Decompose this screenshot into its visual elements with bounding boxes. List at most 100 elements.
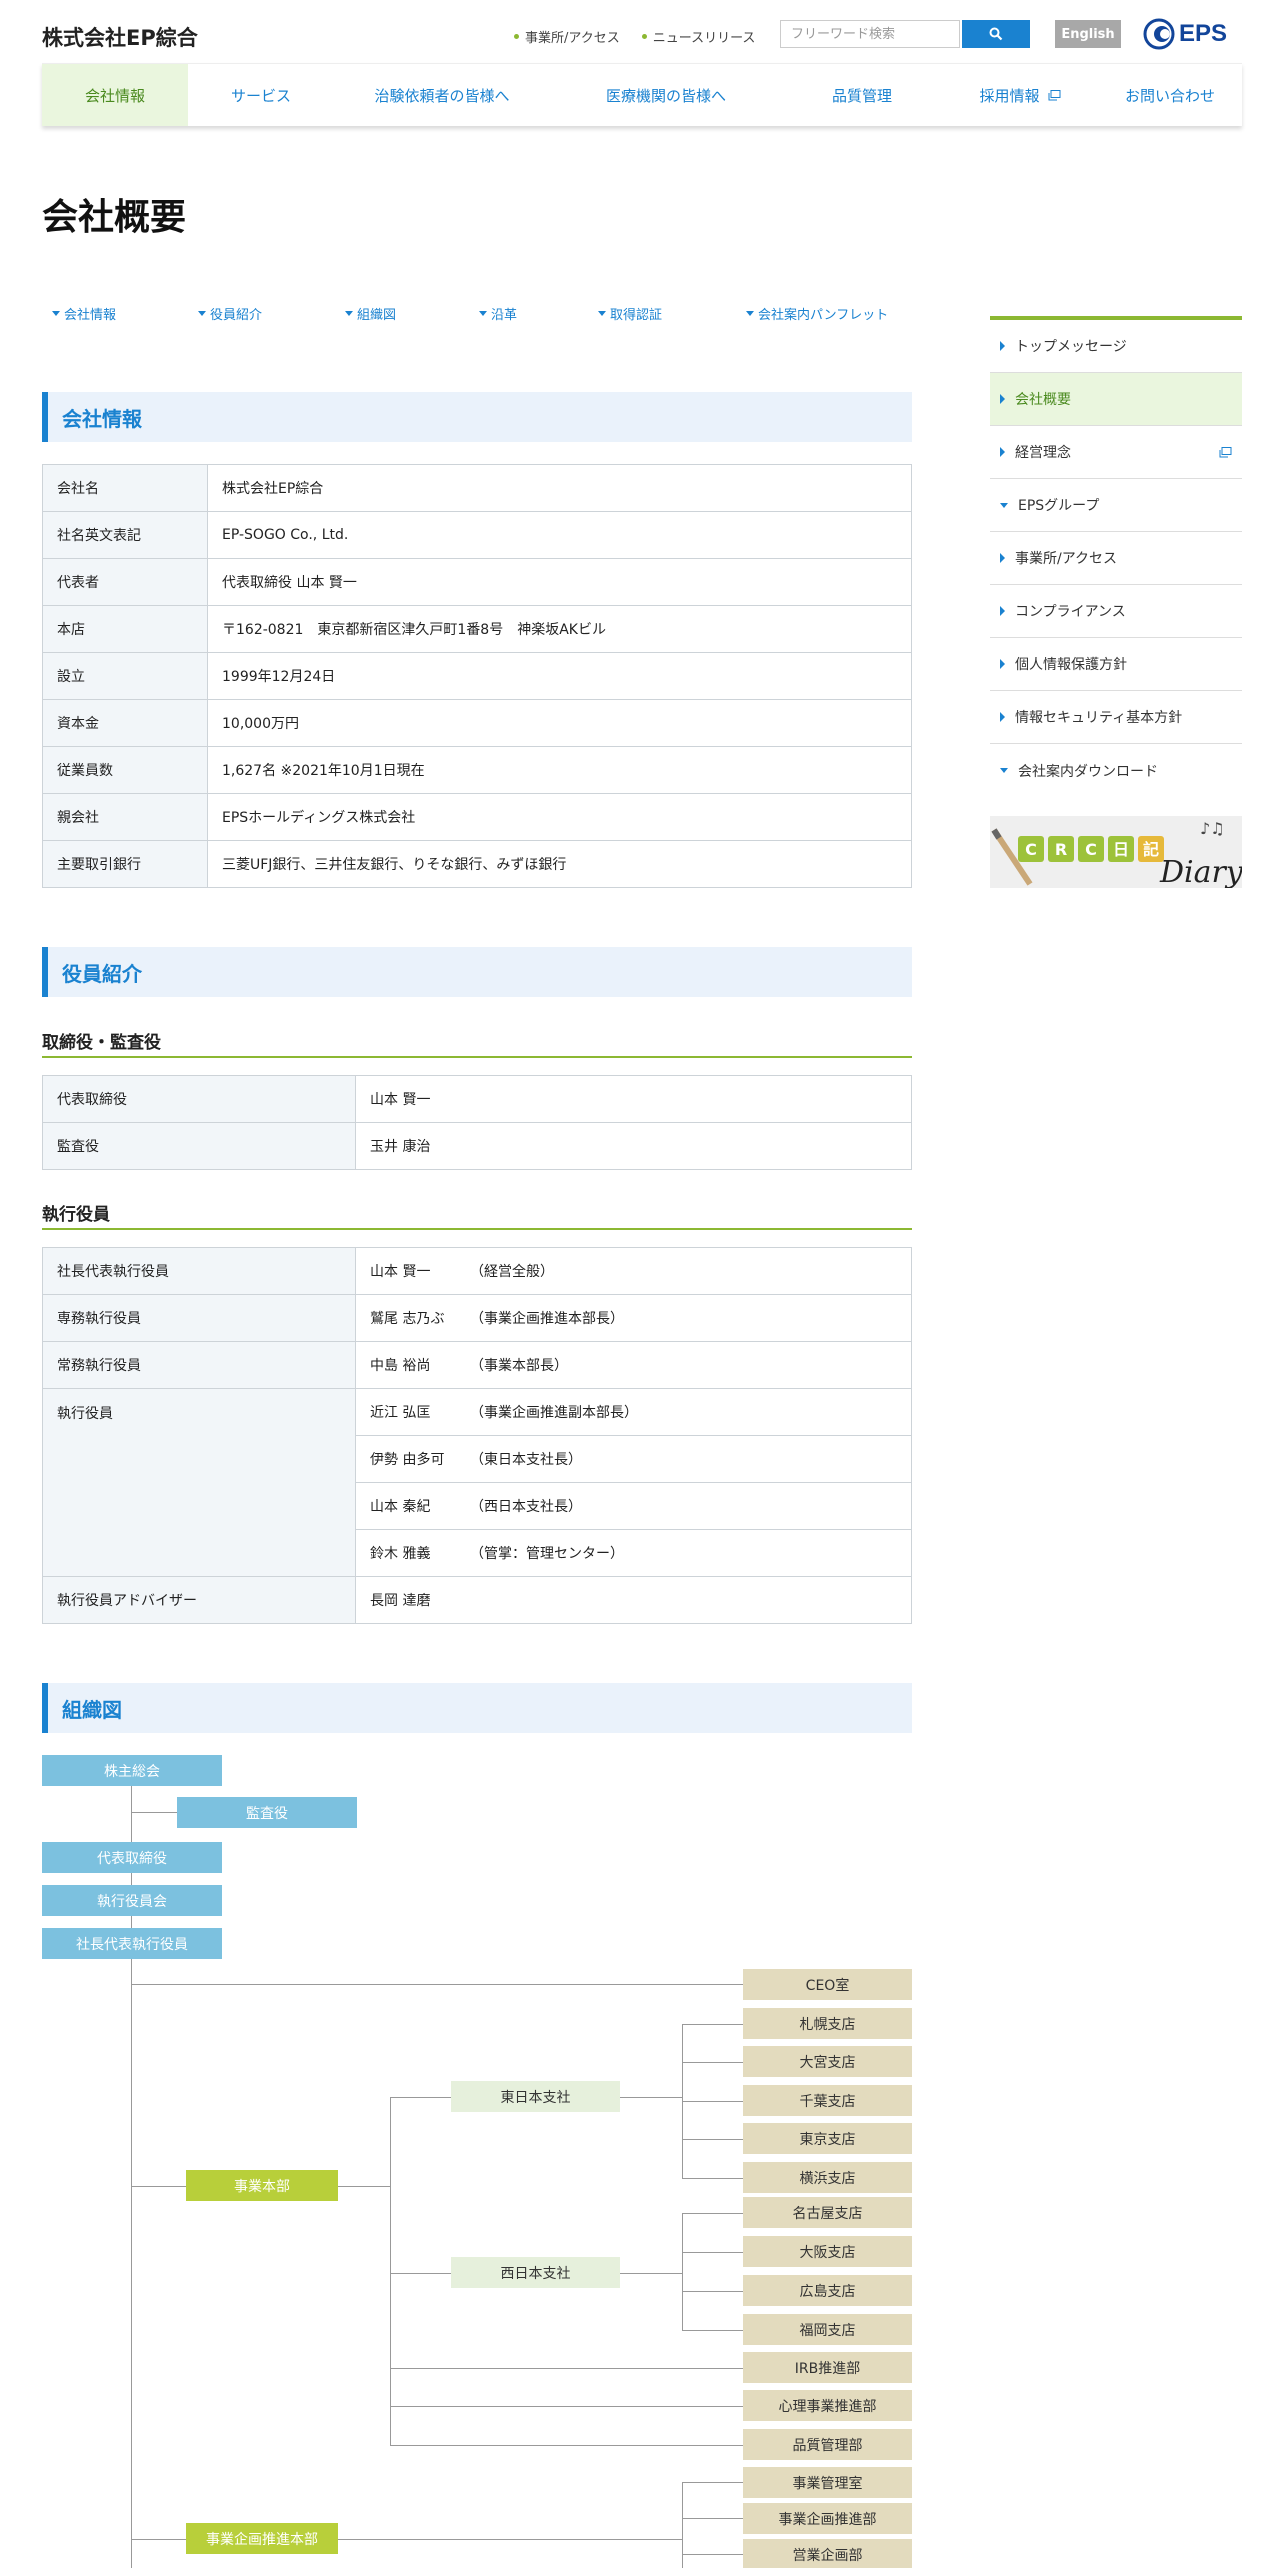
org-line: [620, 2273, 682, 2274]
sidebar-item-privacy[interactable]: 個人情報保護方針: [990, 638, 1242, 691]
util-link-access[interactable]: 事業所/アクセス: [514, 27, 620, 46]
sidebar-item-top-message[interactable]: トップメッセージ: [990, 320, 1242, 373]
org-line: [390, 2368, 743, 2369]
row-label: 監査役: [42, 1122, 356, 1170]
row-value: EP-SOGO Co., Ltd.: [207, 511, 912, 559]
row-label: 社長代表執行役員: [42, 1247, 356, 1295]
org-shareholders: 株主総会: [42, 1755, 222, 1786]
nav-company-info[interactable]: 会社情報: [42, 64, 188, 126]
nav-recruit[interactable]: 採用情報: [942, 64, 1098, 126]
table-row: 親会社 EPSホールディングス株式会社: [42, 793, 912, 841]
sidebar-item-access[interactable]: 事業所/アクセス: [990, 532, 1242, 585]
row-value: 鷲尾 志乃ぶ （事業企画推進本部長）: [355, 1294, 912, 1342]
section-org-heading: 組織図: [42, 1683, 912, 1733]
org-line: [682, 2101, 743, 2102]
bullet-icon: [514, 34, 519, 39]
row-label: 社名英文表記: [42, 511, 208, 559]
sidebar-item-philosophy[interactable]: 経営理念: [990, 426, 1242, 479]
org-department: 品質管理部: [743, 2429, 912, 2460]
table-row: 専務執行役員 鷲尾 志乃ぶ （事業企画推進本部長）: [42, 1294, 912, 1342]
section-company-info-heading: 会社情報: [42, 392, 912, 442]
util-link-news[interactable]: ニュースリリース: [641, 27, 755, 46]
anchor-officers[interactable]: 役員紹介: [198, 304, 262, 323]
crc-diary-banner[interactable]: C R C 日 記 Diary ♪♫: [990, 816, 1242, 888]
search-input[interactable]: [780, 20, 960, 48]
row-label: 主要取引銀行: [42, 840, 208, 888]
org-branch: 福岡支店: [743, 2314, 912, 2345]
nav-sponsors[interactable]: 治験依頼者の皆様へ: [334, 64, 550, 126]
caret-down-icon: [198, 311, 206, 316]
nav-quality[interactable]: 品質管理: [782, 64, 942, 126]
row-value: 山本 賢一: [355, 1075, 912, 1123]
exec-table: 社長代表執行役員 山本 賢一 （経営全般） 専務執行役員 鷲尾 志乃ぶ （事業企画推進本…: [42, 1247, 912, 1624]
table-row: 社長代表執行役員 山本 賢一 （経営全般）: [42, 1247, 912, 1295]
org-branch: 東京支店: [743, 2123, 912, 2154]
row-value: 三菱UFJ銀行、三井住友銀行、りそな銀行、みずほ銀行: [207, 840, 912, 888]
org-line: [131, 2186, 186, 2187]
org-line: [682, 2252, 743, 2253]
org-branch: 広島支店: [743, 2275, 912, 2306]
org-branch: 横浜支店: [743, 2162, 912, 2193]
org-department: IRB推進部: [743, 2352, 912, 2383]
caret-right-icon: [1000, 712, 1005, 722]
anchor-certifications[interactable]: 取得認証: [598, 304, 662, 323]
english-button[interactable]: English: [1055, 20, 1121, 48]
caret-down-icon: [598, 311, 606, 316]
org-line: [682, 2024, 743, 2025]
anchor-company-info[interactable]: 会社情報: [52, 304, 116, 323]
row-label: 会社名: [42, 464, 208, 512]
nav-contact[interactable]: お問い合わせ: [1098, 64, 1242, 126]
org-line: [682, 2482, 683, 2568]
row-value: 中島 裕尚 （事業本部長）: [355, 1341, 912, 1389]
caret-right-icon: [1000, 394, 1005, 404]
banner-letter: 記: [1143, 840, 1159, 859]
org-branch: 札幌支店: [743, 2008, 912, 2039]
row-label: 執行役員: [42, 1388, 356, 1577]
org-line: [338, 2186, 390, 2187]
board-table: 代表取締役 山本 賢一 監査役 玉井 康治: [42, 1075, 912, 1170]
banner-word: Diary: [1159, 855, 1242, 888]
caret-right-icon: [1000, 553, 1005, 563]
sidebar-item-compliance[interactable]: コンプライアンス: [990, 585, 1242, 638]
sidebar-item-overview[interactable]: 会社概要: [990, 373, 1242, 426]
org-line: [390, 2273, 451, 2274]
nav-medical-institutions[interactable]: 医療機関の皆様へ: [550, 64, 782, 126]
row-value: 〒162-0821 東京都新宿区津久戸町1番8号 神楽坂AKビル: [207, 605, 912, 653]
company-info-table: 会社名 株式会社EP綜合 社名英文表記 EP-SOGO Co., Ltd. 代表者 代表取…: [42, 464, 912, 888]
eps-logo[interactable]: EPS: [1143, 18, 1227, 50]
org-line: [682, 2139, 743, 2140]
caret-right-icon: [1000, 341, 1005, 351]
exec-subheading: 執行役員: [42, 1200, 912, 1230]
page-title: 会社概要: [42, 197, 187, 238]
bullet-icon: [641, 34, 647, 39]
sidebar-item-security[interactable]: 情報セキュリティ基本方針: [990, 691, 1242, 744]
org-line: [131, 1812, 177, 1813]
sidebar-item-download[interactable]: 会社案内ダウンロード: [990, 744, 1242, 797]
caret-down-icon: [746, 311, 754, 316]
org-division-planning: 事業企画推進本部: [186, 2523, 338, 2554]
row-value: 株式会社EP綜合: [207, 464, 912, 512]
org-branch: 大阪支店: [743, 2236, 912, 2267]
crc-diary-banner-art: C R C 日 記 Diary ♪♫: [990, 816, 1242, 888]
row-value: 1,627名 ※2021年10月1日現在: [207, 746, 912, 794]
table-row: 代表取締役 山本 賢一: [42, 1075, 912, 1123]
row-value: 山本 秦紀 （西日本支社長）: [355, 1482, 912, 1530]
sidebar-item-eps-group[interactable]: EPSグループ: [990, 479, 1242, 532]
row-label: 代表取締役: [42, 1075, 356, 1123]
row-value: 長岡 達磨: [355, 1576, 912, 1624]
anchor-history[interactable]: 沿革: [479, 304, 517, 323]
table-row: 執行役員 近江 弘匡 （事業企画推進副本部長）: [42, 1388, 912, 1577]
row-value: 代表取締役 山本 賢一: [207, 558, 912, 606]
eps-logo-icon: [1143, 18, 1175, 50]
caret-right-icon: [1000, 447, 1005, 457]
nav-services[interactable]: サービス: [188, 64, 334, 126]
anchor-links: 会社情報 役員紹介 組織図 沿革 取得認証 会社案内パンフレット: [52, 304, 912, 324]
anchor-pamphlet[interactable]: 会社案内パンフレット: [746, 304, 888, 323]
anchor-org-chart[interactable]: 組織図: [345, 304, 396, 323]
company-logo[interactable]: 株式会社EP綜合: [42, 22, 198, 52]
org-line: [390, 2406, 743, 2407]
table-row: 執行役員アドバイザー 長岡 達磨: [42, 1576, 912, 1624]
search-button[interactable]: [962, 20, 1030, 48]
banner-letter: R: [1055, 840, 1067, 859]
row-value: 1999年12月24日: [207, 652, 912, 700]
